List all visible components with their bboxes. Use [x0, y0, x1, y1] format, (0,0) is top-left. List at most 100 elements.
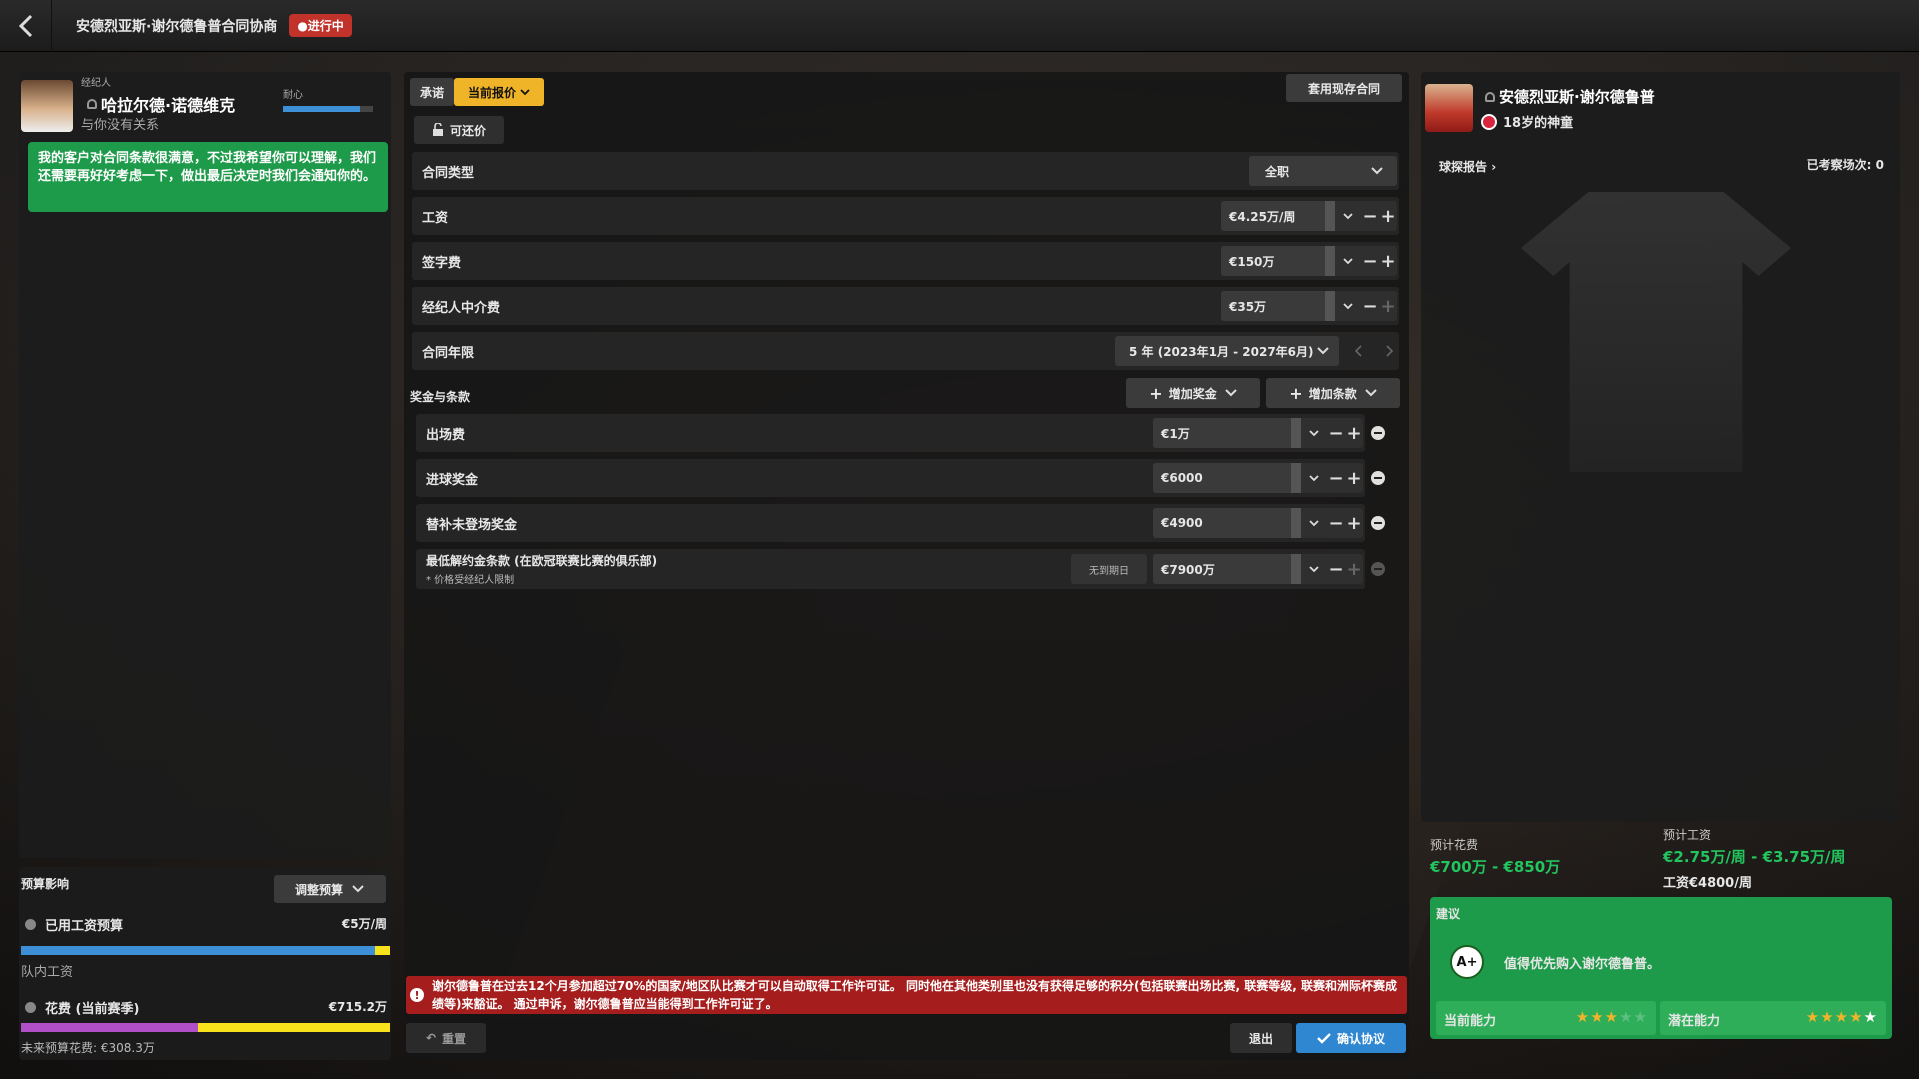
advice-card: 建议 A+ 值得优先购入谢尔德鲁普。 当前能力 ★★★★★ 潜在能力 ★★★★★ — [1430, 897, 1892, 1039]
field-divider — [1291, 463, 1301, 493]
player-name[interactable]: 安德烈亚斯·谢尔德鲁普 — [1499, 86, 1655, 107]
bonus-decrease-button[interactable]: − — [1327, 468, 1345, 489]
star-empty-icon: ★ — [1619, 1008, 1634, 1026]
star-filled-icon: ★ — [1863, 1008, 1878, 1026]
bonus-dropdown[interactable] — [1301, 474, 1327, 482]
unlock-icon — [432, 123, 443, 136]
bonus-value[interactable]: €6000 — [1153, 463, 1291, 493]
bonus-dropdown[interactable] — [1301, 519, 1327, 527]
bonus-field[interactable]: €6000 − + — [1153, 463, 1363, 493]
bonus-value[interactable]: €4900 — [1153, 508, 1291, 538]
signing-fee-field[interactable]: €150万 − + — [1221, 246, 1397, 276]
star-filled-icon: ★ — [1834, 1008, 1850, 1026]
use-existing-contract-button[interactable]: 套用现存合同 — [1286, 74, 1402, 102]
check-icon — [1317, 1033, 1331, 1044]
bonus-increase-button[interactable]: + — [1345, 468, 1363, 489]
remove-bonus-button[interactable] — [1371, 471, 1385, 485]
scout-report-label: 球探报告 — [1439, 160, 1488, 174]
field-divider — [1291, 554, 1301, 584]
reset-button[interactable]: ↶ 重置 — [406, 1023, 486, 1053]
player-avatar — [1425, 84, 1473, 132]
agent-fee-decrease-button[interactable]: − — [1361, 296, 1379, 317]
agent-fee-dropdown[interactable] — [1335, 302, 1361, 310]
signing-fee-decrease-button[interactable]: − — [1361, 251, 1379, 272]
bonus-decrease-button[interactable]: − — [1327, 423, 1345, 444]
chevron-right-icon[interactable] — [1385, 345, 1393, 357]
expiry-button[interactable]: 无到期日 — [1071, 554, 1147, 584]
wage-value[interactable]: €4.25万/周 — [1221, 201, 1325, 231]
patience-fill — [283, 106, 360, 112]
bonus-decrease-button[interactable]: − — [1327, 513, 1345, 534]
patience-bar — [283, 106, 373, 112]
add-bonus-button[interactable]: + 增加奖金 — [1126, 378, 1260, 408]
back-button[interactable] — [0, 0, 52, 52]
person-icon — [1485, 91, 1495, 102]
est-wage-value: €2.75万/周 - €3.75万/周 — [1663, 848, 1846, 866]
add-bonus-label: 增加奖金 — [1168, 386, 1217, 401]
agent-fee-increase-button[interactable]: + — [1379, 296, 1397, 317]
bonus-increase-button[interactable]: + — [1345, 513, 1363, 534]
chevron-down-icon — [1317, 347, 1329, 355]
contract-length-select[interactable]: 5 年 (2023年1月 - 2027年6月) — [1115, 336, 1339, 366]
star-filled-icon: ★ — [1805, 1008, 1821, 1026]
confirm-button[interactable]: 确认协议 — [1296, 1023, 1406, 1053]
wage-decrease-button[interactable]: − — [1361, 206, 1379, 227]
remove-bonus-button[interactable] — [1371, 516, 1385, 530]
bonus-value[interactable]: €1万 — [1153, 418, 1291, 448]
scout-report-link[interactable]: 球探报告 › — [1439, 158, 1496, 175]
chevron-down-icon — [1309, 429, 1319, 436]
bonus-field[interactable]: €1万 − + — [1153, 418, 1363, 448]
chevron-down-icon — [1309, 565, 1319, 572]
agent-fee-value[interactable]: €35万 — [1221, 291, 1325, 321]
exit-button[interactable]: 退出 — [1230, 1023, 1292, 1053]
negotiable-toggle[interactable]: 可还价 — [414, 116, 504, 144]
tab-current-offer-label: 当前报价 — [467, 85, 516, 100]
undo-icon: ↶ — [425, 1031, 437, 1045]
bonus-label: 出场费 — [426, 427, 466, 443]
plus-icon: + — [1149, 383, 1163, 403]
release-clause-field[interactable]: €7900万 − + — [1153, 554, 1363, 584]
wage-increase-button[interactable]: + — [1379, 206, 1397, 227]
chevron-down-icon — [1343, 257, 1353, 264]
remove-bonus-button[interactable] — [1371, 426, 1385, 440]
signing-fee-dropdown[interactable] — [1335, 257, 1361, 265]
reset-label: 重置 — [442, 1031, 467, 1046]
remove-clause-button[interactable] — [1371, 562, 1385, 576]
info-icon[interactable] — [25, 919, 36, 930]
agent-role: 经纪人 — [81, 78, 111, 89]
info-icon[interactable] — [25, 1002, 36, 1013]
page-title: 安德烈亚斯·谢尔德鲁普合同协商 — [76, 18, 278, 35]
adjust-budget-button[interactable]: 调整预算 — [274, 875, 386, 903]
bonus-dropdown[interactable] — [1301, 429, 1327, 437]
release-clause-decrease-button[interactable]: − — [1327, 559, 1345, 580]
negotiable-label: 可还价 — [449, 123, 486, 138]
chevron-down-icon — [1364, 389, 1377, 397]
bonus-field[interactable]: €4900 − + — [1153, 508, 1363, 538]
agent-fee-field[interactable]: €35万 − + — [1221, 291, 1397, 321]
chevron-down-icon — [1343, 212, 1353, 219]
contract-type-select[interactable]: 全职 — [1249, 156, 1397, 186]
tab-promise[interactable]: 承诺 — [410, 78, 454, 106]
signing-fee-label: 签字费 — [422, 255, 462, 271]
wage-budget-bar — [21, 946, 390, 955]
agent-name[interactable]: 哈拉尔德·诺德维克 — [101, 92, 235, 116]
signing-fee-increase-button[interactable]: + — [1379, 251, 1397, 272]
star-filled-icon: ★ — [1590, 1008, 1605, 1026]
add-clause-button[interactable]: + 增加条款 — [1266, 378, 1400, 408]
spend-label: 花费 (当前赛季) — [45, 1002, 140, 1017]
spend-value: €715.2万 — [328, 1000, 387, 1014]
wage-note: 工资€4800/周 — [1663, 876, 1752, 891]
wage-field[interactable]: €4.25万/周 − + — [1221, 201, 1397, 231]
tab-current-offer[interactable]: 当前报价 — [454, 78, 544, 106]
chevron-left-icon[interactable] — [1355, 345, 1363, 357]
wage-dropdown[interactable] — [1335, 212, 1361, 220]
release-clause-increase-button[interactable]: + — [1345, 559, 1363, 580]
contract-type-value: 全职 — [1265, 164, 1290, 179]
agent-fee-row: 经纪人中介费 €35万 − + — [412, 287, 1399, 325]
signing-fee-value[interactable]: €150万 — [1221, 246, 1325, 276]
patience-label: 耐心 — [283, 90, 303, 101]
bonus-increase-button[interactable]: + — [1345, 423, 1363, 444]
release-clause-value[interactable]: €7900万 — [1153, 554, 1291, 584]
team-wage-label: 队内工资 — [21, 965, 74, 980]
release-clause-dropdown[interactable] — [1301, 565, 1327, 573]
